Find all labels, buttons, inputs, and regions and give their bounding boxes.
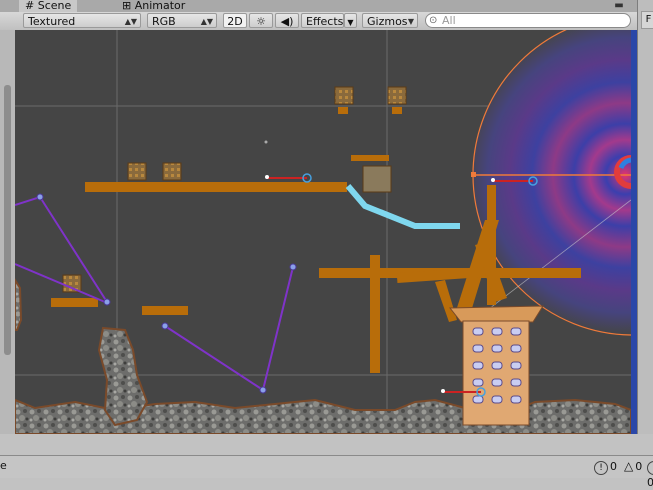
rock-pillar xyxy=(97,326,149,427)
search-icon: ⊙ xyxy=(429,15,438,26)
2d-mode-toggle[interactable]: 2D xyxy=(223,13,247,28)
shading-mode-dropdown[interactable]: Textured ▲▼ xyxy=(23,13,141,28)
warning-count: 0 xyxy=(635,460,643,473)
warning-counter[interactable]: △ 0 xyxy=(624,459,642,474)
render-mode-value: RGB xyxy=(152,15,176,28)
tab-animator[interactable]: ⊞ Animator xyxy=(116,0,191,12)
scene-audio-toggle[interactable]: ◀) xyxy=(275,13,299,28)
render-mode-dropdown[interactable]: RGB ▲▼ xyxy=(147,13,217,28)
joint-anchors xyxy=(36,193,297,394)
scene-viewport[interactable] xyxy=(15,30,631,434)
scene-lighting-toggle[interactable]: ☼ xyxy=(249,13,273,28)
info-count: 0 xyxy=(647,476,653,489)
inspector-tab[interactable]: F xyxy=(641,11,653,29)
rock-pillar-left xyxy=(15,278,23,331)
dropdown-arrow-icon: ▲▼ xyxy=(124,17,137,26)
shading-mode-value: Textured xyxy=(28,15,76,28)
inspector-panel-edge: F xyxy=(637,0,653,455)
error-count: 0 xyxy=(610,460,617,473)
chevron-down-icon: ▼ xyxy=(407,17,414,26)
error-icon: ! xyxy=(594,461,608,475)
tab-scene-label: Scene xyxy=(37,0,72,12)
hierarchy-panel-edge xyxy=(0,30,16,434)
tab-scene[interactable]: # Scene xyxy=(19,0,78,12)
platform-main xyxy=(85,182,347,192)
distance-joints xyxy=(15,195,294,392)
scene-toolbar: Textured ▲▼ RGB ▲▼ 2D ☼ ◀) Effects ▼ Giz… xyxy=(0,12,637,31)
radius-handle xyxy=(471,172,476,177)
effects-toggle[interactable]: Effects xyxy=(301,13,344,28)
effects-label: Effects xyxy=(306,15,344,28)
2d-mode-label: 2D xyxy=(227,15,243,28)
gizmos-dropdown[interactable]: Gizmos ▼ xyxy=(362,13,418,28)
status-message: e xyxy=(0,459,7,472)
effects-dropdown-button[interactable]: ▼ xyxy=(344,13,357,28)
dropdown-arrow-icon: ▲▼ xyxy=(200,17,213,26)
tab-animator-label: Animator xyxy=(134,0,186,12)
scene-canvas xyxy=(15,30,631,434)
panel-gap xyxy=(0,434,653,455)
animator-icon: ⊞ xyxy=(122,0,132,12)
warning-icon: △ xyxy=(624,459,634,473)
sun-icon: ☼ xyxy=(256,15,266,28)
platform-slanted xyxy=(435,280,457,322)
info-icon: i xyxy=(647,461,653,475)
inspector-tab-label: F xyxy=(645,14,652,25)
speaker-icon: ◀) xyxy=(280,15,294,28)
scrollbar-thumb[interactable] xyxy=(4,85,11,355)
building-tower xyxy=(448,305,544,426)
search-placeholder: All xyxy=(442,14,456,27)
search-input[interactable]: ⊙ All xyxy=(425,13,631,28)
grid-icon: # xyxy=(25,0,35,12)
chevron-down-icon: ▼ xyxy=(347,18,354,27)
gizmos-label: Gizmos xyxy=(367,15,408,28)
panel-menu-icon[interactable]: ▬ xyxy=(608,0,630,12)
error-counter[interactable]: ! 0 xyxy=(594,459,617,475)
info-counter[interactable]: i0 xyxy=(647,459,653,489)
status-bar: e !0 △0 i0 xyxy=(0,455,653,489)
right-edge-strip xyxy=(631,30,637,434)
